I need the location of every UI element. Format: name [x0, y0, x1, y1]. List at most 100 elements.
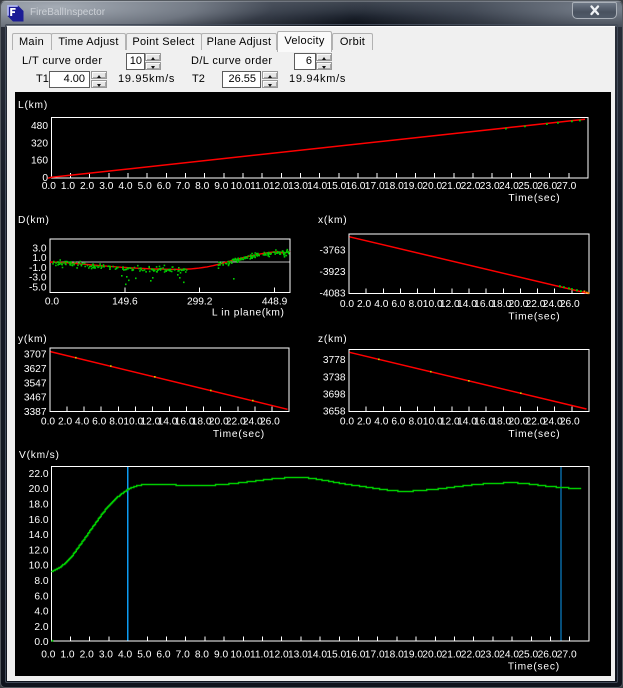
svg-text:14.0: 14.0 — [307, 181, 327, 192]
svg-text:11.0: 11.0 — [250, 650, 269, 661]
svg-text:17.0: 17.0 — [365, 181, 385, 192]
svg-text:V(km/s): V(km/s) — [19, 450, 60, 461]
svg-text:16.0: 16.0 — [29, 515, 49, 526]
svg-text:0.0: 0.0 — [41, 417, 55, 428]
svg-text:15.0: 15.0 — [326, 650, 346, 661]
svg-text:Time(sec): Time(sec) — [508, 311, 560, 322]
svg-text:22.0: 22.0 — [461, 650, 481, 661]
svg-text:3627: 3627 — [24, 364, 47, 375]
svg-text:3698: 3698 — [323, 390, 346, 401]
svg-text:-3923: -3923 — [319, 267, 345, 278]
svg-text:D(km): D(km) — [18, 215, 50, 226]
svg-text:10.0: 10.0 — [230, 650, 250, 661]
svg-text:18.0: 18.0 — [384, 650, 404, 661]
svg-text:x(km): x(km) — [318, 215, 347, 226]
svg-text:19.0: 19.0 — [403, 181, 423, 192]
svg-text:6.0: 6.0 — [92, 417, 106, 428]
svg-text:19.0: 19.0 — [403, 650, 423, 661]
svg-text:9.0: 9.0 — [214, 181, 228, 192]
svg-text:20.0: 20.0 — [29, 484, 49, 495]
svg-text:7.0: 7.0 — [176, 650, 190, 661]
svg-text:4.0: 4.0 — [34, 607, 48, 618]
svg-text:3707: 3707 — [24, 350, 47, 361]
svg-text:3778: 3778 — [323, 355, 346, 366]
svg-text:149.6: 149.6 — [112, 297, 138, 308]
svg-text:-3763: -3763 — [319, 245, 345, 256]
svg-text:22.0: 22.0 — [461, 181, 481, 192]
svg-text:2.0: 2.0 — [58, 417, 72, 428]
svg-text:8.0: 8.0 — [34, 576, 48, 587]
svg-text:448.9: 448.9 — [262, 297, 288, 308]
svg-text:23.0: 23.0 — [480, 650, 500, 661]
svg-text:Time(sec): Time(sec) — [508, 193, 560, 204]
svg-text:8.0: 8.0 — [195, 650, 209, 661]
svg-text:6.0: 6.0 — [156, 650, 170, 661]
svg-text:27.0: 27.0 — [557, 650, 577, 661]
svg-text:320: 320 — [31, 138, 48, 149]
svg-text:6.0: 6.0 — [391, 299, 405, 310]
svg-text:7.0: 7.0 — [176, 181, 190, 192]
svg-text:0.0: 0.0 — [42, 181, 56, 192]
svg-text:4.0: 4.0 — [374, 417, 388, 428]
svg-text:22.0: 22.0 — [29, 469, 49, 480]
svg-text:27.0: 27.0 — [556, 181, 576, 192]
svg-text:0.0: 0.0 — [340, 299, 354, 310]
svg-text:1.0: 1.0 — [60, 650, 74, 661]
svg-text:3738: 3738 — [323, 372, 346, 383]
svg-text:6.0: 6.0 — [34, 591, 48, 602]
svg-text:L(km): L(km) — [18, 100, 48, 111]
svg-text:299.2: 299.2 — [187, 297, 213, 308]
svg-text:160: 160 — [31, 156, 48, 167]
svg-text:6.0: 6.0 — [391, 417, 405, 428]
svg-text:18.0: 18.0 — [384, 181, 404, 192]
svg-text:0.0: 0.0 — [41, 650, 55, 661]
svg-text:3547: 3547 — [24, 378, 47, 389]
svg-text:-4083: -4083 — [319, 288, 345, 299]
svg-text:2.0: 2.0 — [357, 299, 371, 310]
svg-text:26.0: 26.0 — [260, 417, 280, 428]
svg-text:26.0: 26.0 — [537, 181, 557, 192]
svg-text:5.0: 5.0 — [138, 181, 152, 192]
svg-text:0.0: 0.0 — [340, 417, 354, 428]
svg-text:3.0: 3.0 — [99, 181, 113, 192]
svg-text:Time(sec): Time(sec) — [508, 429, 560, 440]
svg-text:11.0: 11.0 — [250, 181, 269, 192]
svg-text:3467: 3467 — [24, 393, 47, 404]
svg-text:Time(sec): Time(sec) — [508, 661, 560, 672]
svg-text:25.0: 25.0 — [518, 181, 538, 192]
svg-text:-5.0: -5.0 — [29, 282, 47, 293]
svg-text:2.0: 2.0 — [34, 622, 48, 633]
svg-text:24.0: 24.0 — [499, 181, 519, 192]
svg-text:25.0: 25.0 — [518, 650, 538, 661]
svg-text:18.0: 18.0 — [29, 500, 49, 511]
svg-text:2.0: 2.0 — [80, 181, 94, 192]
svg-text:0.0: 0.0 — [34, 637, 48, 648]
svg-text:0.0: 0.0 — [45, 297, 59, 308]
svg-text:26.0: 26.0 — [560, 299, 580, 310]
svg-text:8.0: 8.0 — [109, 417, 123, 428]
svg-text:3.0: 3.0 — [99, 650, 113, 661]
svg-text:21.0: 21.0 — [442, 650, 462, 661]
svg-text:12.0: 12.0 — [29, 545, 49, 556]
svg-text:12.0: 12.0 — [269, 181, 289, 192]
svg-text:6.0: 6.0 — [157, 181, 171, 192]
svg-text:10.0: 10.0 — [29, 561, 49, 572]
svg-text:13.0: 13.0 — [288, 650, 308, 661]
svg-text:14.0: 14.0 — [29, 530, 49, 541]
svg-text:Time(sec): Time(sec) — [213, 429, 265, 440]
svg-text:8.0: 8.0 — [195, 181, 209, 192]
svg-text:8.0: 8.0 — [409, 417, 423, 428]
svg-text:10.0: 10.0 — [231, 181, 251, 192]
svg-text:16.0: 16.0 — [346, 650, 366, 661]
svg-text:4.0: 4.0 — [75, 417, 89, 428]
svg-text:16.0: 16.0 — [346, 181, 366, 192]
svg-text:12.0: 12.0 — [269, 650, 289, 661]
svg-text:21.0: 21.0 — [441, 181, 461, 192]
svg-text:20.0: 20.0 — [422, 650, 442, 661]
svg-text:z(km): z(km) — [318, 334, 347, 345]
svg-text:14.0: 14.0 — [307, 650, 327, 661]
svg-text:23.0: 23.0 — [480, 181, 500, 192]
svg-text:480: 480 — [31, 121, 48, 132]
svg-text:8.0: 8.0 — [409, 299, 423, 310]
svg-text:5.0: 5.0 — [137, 650, 151, 661]
